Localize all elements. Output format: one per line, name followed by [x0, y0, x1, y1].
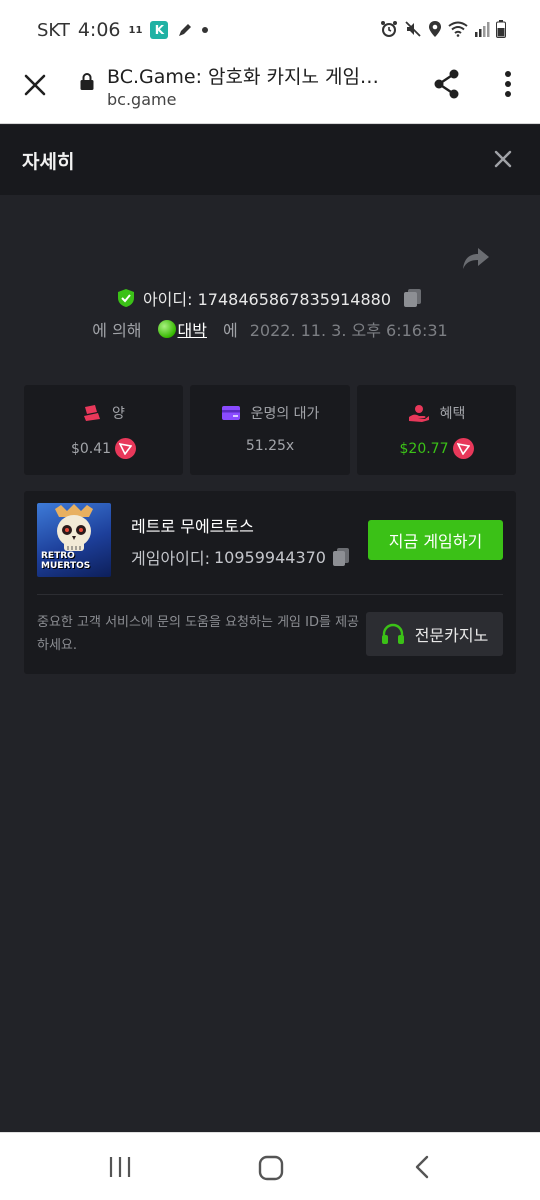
clock-time: 4:06: [77, 19, 121, 41]
by-prefix: 에 의해: [92, 321, 142, 340]
wifi-icon: [448, 21, 468, 37]
alarm-icon: [381, 21, 397, 37]
stat-value: $20.77: [399, 440, 449, 457]
verified-shield-icon: [117, 289, 134, 307]
stat-value: 51.25x: [245, 438, 295, 454]
share-icon[interactable]: [432, 68, 462, 100]
back-icon[interactable]: [414, 1155, 430, 1179]
pen-icon: [179, 24, 192, 36]
page-title[interactable]: BC.Game: 암호화 카지노 게임…: [107, 62, 407, 89]
home-icon[interactable]: [258, 1155, 284, 1181]
game-card: RETRO MUERTOS 레트로 무에르토스 게임아이디: 10959944370…: [24, 491, 516, 674]
stat-payout: 운명의 대가 51.25x: [190, 385, 350, 475]
network-badge: 11: [128, 24, 143, 36]
battery-icon: [496, 20, 506, 38]
recent-apps-icon[interactable]: [108, 1156, 132, 1178]
play-now-button[interactable]: 지금 게임하기: [368, 520, 503, 560]
thumb-title-line2: MUERTOS: [41, 561, 91, 571]
profit-hand-icon: [408, 405, 429, 422]
bet-amount-icon: [84, 405, 101, 421]
trx-coin-icon: [452, 438, 474, 459]
stat-profit: 혜택 $20.77: [357, 385, 516, 475]
stat-label: 혜택: [439, 406, 466, 422]
lock-icon: [80, 73, 94, 90]
bet-id-value: 1748465867835914880: [197, 290, 392, 309]
signal-icon: [475, 22, 490, 37]
status-bar: SKT 4:06 11 K: [0, 0, 540, 52]
notification-dot-icon: [202, 27, 209, 33]
stat-label: 양: [112, 406, 125, 422]
browser-bar: BC.Game: 암호화 카지노 게임… bc.game: [0, 52, 540, 124]
location-icon: [429, 21, 441, 37]
stat-bet-amount: 양 $0.41: [24, 385, 183, 475]
bet-id-row: 아이디: 1748465867835914880: [0, 286, 540, 310]
close-icon[interactable]: [22, 72, 48, 98]
copy-icon[interactable]: [332, 547, 350, 567]
casino-support-label: 전문카지노: [414, 626, 489, 645]
divider: [37, 594, 503, 595]
trx-coin-icon: [115, 438, 137, 459]
stat-label: 운명의 대가: [250, 406, 320, 422]
bet-id-label: 아이디:: [142, 290, 193, 309]
game-id-label: 게임아이디:: [131, 549, 210, 568]
modal-title: 자세히: [22, 151, 75, 173]
payout-card-icon: [221, 406, 240, 420]
mute-icon: [405, 21, 421, 37]
page-url[interactable]: bc.game: [107, 90, 176, 109]
share-arrow-icon[interactable]: [462, 246, 490, 272]
copy-icon[interactable]: [403, 288, 423, 308]
user-name-link[interactable]: 대박: [178, 317, 207, 341]
headset-icon: [381, 623, 404, 644]
more-vert-icon[interactable]: [498, 68, 518, 100]
bet-datetime: 2022. 11. 3. 오후 6:16:31: [249, 321, 448, 340]
system-nav-bar: [0, 1132, 540, 1200]
modal-close-icon[interactable]: [494, 150, 512, 168]
game-name[interactable]: 레트로 무에르토스: [131, 513, 254, 537]
game-thumbnail[interactable]: RETRO MUERTOS: [37, 503, 111, 577]
stat-value: $0.41: [70, 440, 112, 457]
bet-by-row: 에 의해 대박 에 2022. 11. 3. 오후 6:16:31: [0, 317, 540, 341]
thumb-title-line1: RETRO: [41, 551, 75, 561]
casino-support-button[interactable]: 전문카지노: [366, 612, 503, 656]
modal-header: 자세히: [0, 125, 540, 195]
carrier-label: SKT: [37, 19, 70, 41]
game-id-row: 게임아이디: 10959944370: [131, 545, 350, 569]
at-label: 에: [222, 321, 238, 340]
support-notice: 중요한 고객 서비스에 문의 도움을 요청하는 게임 ID를 제공하세요.: [37, 615, 359, 653]
k-app-icon: K: [150, 21, 169, 39]
user-avatar[interactable]: [157, 320, 176, 338]
game-id-value: 10959944370: [214, 547, 326, 567]
